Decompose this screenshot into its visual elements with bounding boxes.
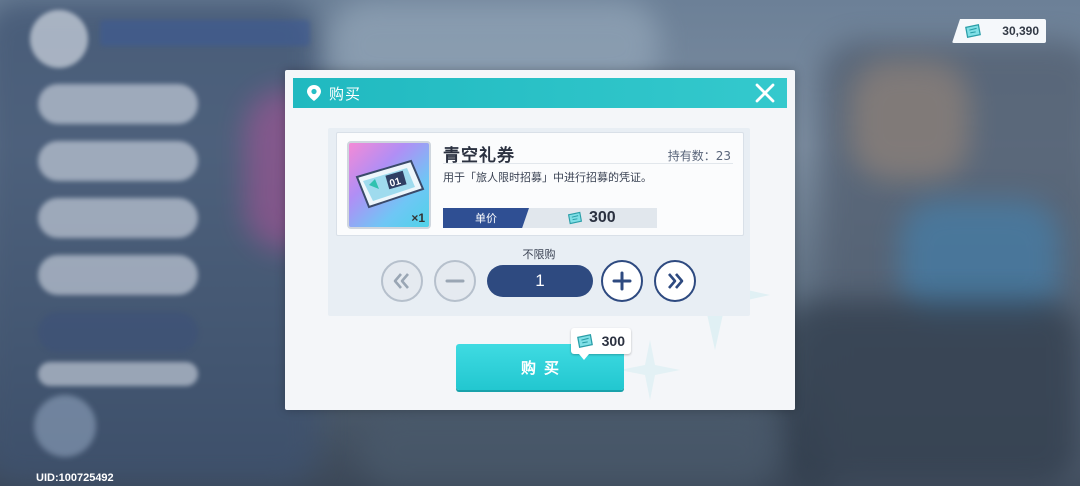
currency-display[interactable]: 30,390	[952, 19, 1046, 43]
total-cost-tag: 300	[571, 328, 631, 360]
purchase-dialog: 购买 01 ×1 青空礼券 持有数：23 用于「旅人限时招募」中进行招募的凭证。	[285, 70, 795, 410]
user-id: UID:100725492	[36, 472, 114, 484]
blurred-menu-item	[38, 141, 198, 181]
increase-button[interactable]	[601, 260, 643, 302]
blurred-header-bar	[100, 20, 310, 46]
location-pin-icon	[307, 85, 321, 101]
double-left-icon	[393, 273, 409, 289]
blurred-menu-item	[38, 362, 198, 386]
double-right-icon	[668, 273, 684, 289]
unit-price-row: 单价 300	[443, 208, 657, 228]
min-quantity-button[interactable]	[381, 260, 423, 302]
close-icon[interactable]	[753, 81, 777, 105]
item-thumbnail: 01 ×1	[347, 141, 431, 229]
ticket-icon	[965, 23, 981, 39]
currency-value: 30,390	[1002, 24, 1039, 38]
blurred-menu-item	[38, 84, 198, 124]
owned-count: 持有数：23	[667, 149, 731, 163]
blurred-avatar	[34, 395, 96, 457]
blurred-menu-item	[38, 255, 198, 295]
ticket-icon	[577, 333, 593, 349]
blurred-back-button	[30, 10, 88, 68]
plus-icon	[612, 271, 632, 291]
item-panel: 01 ×1 青空礼券 持有数：23 用于「旅人限时招募」中进行招募的凭证。 单价…	[328, 128, 750, 316]
dialog-title: 购买	[329, 84, 362, 103]
purchase-limit: 不限购	[522, 248, 556, 261]
max-quantity-button[interactable]	[654, 260, 696, 302]
unit-price-value: 300	[589, 209, 616, 226]
item-description: 用于「旅人限时招募」中进行招募的凭证。	[443, 171, 652, 184]
blurred-menu-item	[38, 312, 198, 352]
unit-price-label: 单价	[443, 208, 529, 228]
total-cost-value: 300	[601, 333, 625, 349]
buy-button-label: 购买	[520, 358, 567, 377]
dialog-titlebar: 购买	[293, 78, 787, 108]
blurred-menu-item	[38, 198, 198, 238]
decrease-button[interactable]	[434, 260, 476, 302]
ticket-icon	[567, 211, 583, 225]
item-count: ×1	[411, 211, 425, 225]
item-card: 01 ×1 青空礼券 持有数：23 用于「旅人限时招募」中进行招募的凭证。 单价…	[336, 132, 744, 236]
quantity-display[interactable]: 1	[487, 265, 593, 297]
minus-icon	[445, 279, 465, 283]
divider	[443, 163, 733, 164]
